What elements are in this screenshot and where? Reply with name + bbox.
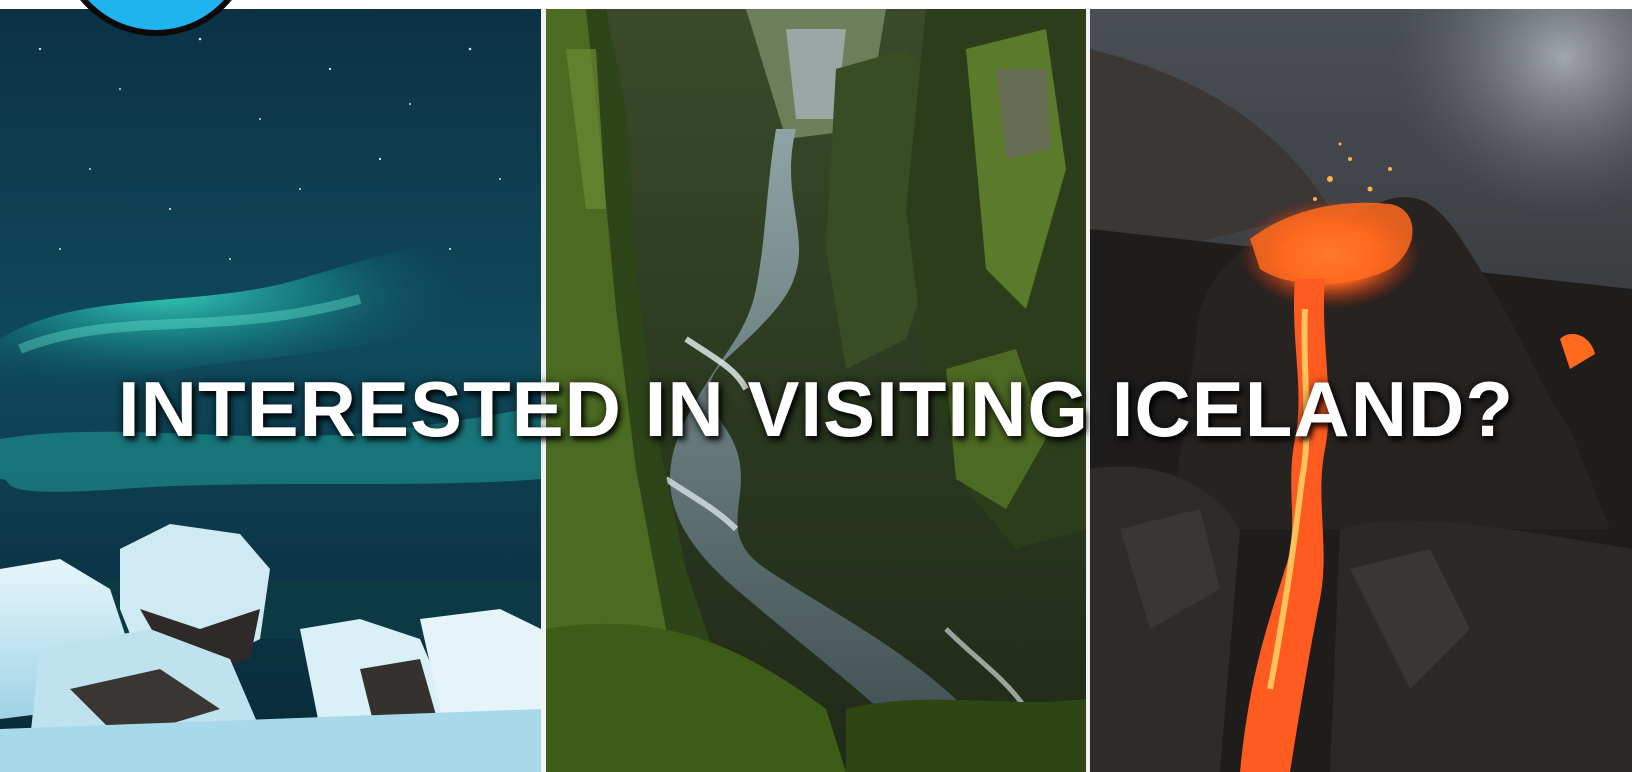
top-border [0, 0, 1632, 9]
headline: INTERESTED IN VISITING ICELAND? [117, 365, 1515, 453]
iceland-collage: INTERESTED IN VISITING ICELAND? [0, 0, 1632, 772]
